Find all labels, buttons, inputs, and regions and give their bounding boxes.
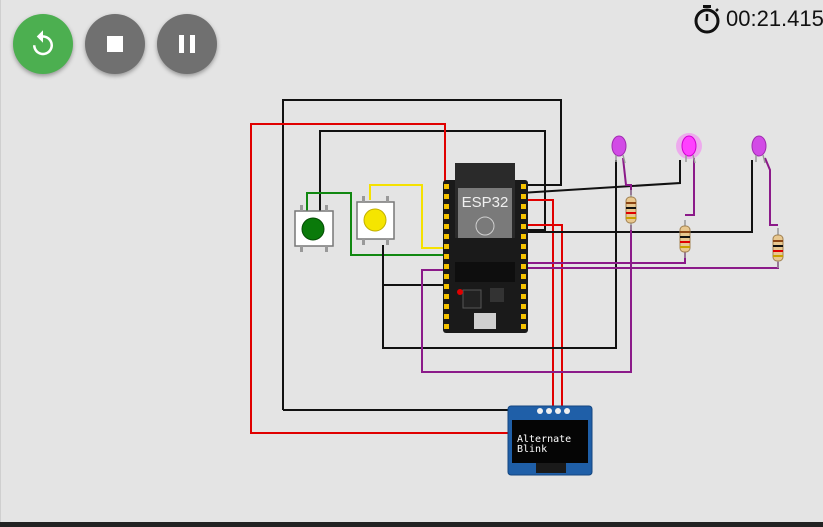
oled-display[interactable]: Alternate Blink xyxy=(507,405,593,476)
bottom-border xyxy=(0,522,823,527)
pause-icon xyxy=(179,35,195,53)
led-1[interactable] xyxy=(611,135,627,164)
resistor-1[interactable] xyxy=(625,190,637,230)
wire-purple xyxy=(520,252,686,264)
stop-icon xyxy=(107,36,123,52)
wire-black xyxy=(283,408,546,411)
pushbutton-yellow[interactable] xyxy=(356,196,395,245)
led-3[interactable] xyxy=(751,135,767,164)
esp32-label: ESP32 xyxy=(462,194,509,211)
wire-purple xyxy=(764,157,778,226)
stop-button[interactable] xyxy=(85,14,145,74)
restart-button[interactable] xyxy=(13,14,73,74)
wire-purple xyxy=(685,158,695,216)
restart-icon xyxy=(33,30,53,56)
esp32-board[interactable]: ESP32 xyxy=(443,163,528,333)
led-2-lit[interactable] xyxy=(676,133,702,164)
stopwatch-icon xyxy=(694,5,720,34)
simulation-canvas[interactable]: ESP32 Alternate Blink xyxy=(0,0,823,527)
simulation-timer: 00:21.415 xyxy=(692,4,823,34)
oled-line-2: Blink xyxy=(517,444,547,455)
pin-header-right xyxy=(521,184,526,329)
timer-value: 00:21.415 xyxy=(726,6,823,31)
resistor-3[interactable] xyxy=(772,228,784,268)
pin-header-left xyxy=(444,184,449,329)
resistor-2[interactable] xyxy=(679,220,691,258)
wire-purple xyxy=(622,157,632,195)
pause-button[interactable] xyxy=(157,14,217,74)
pushbutton-green[interactable] xyxy=(294,205,334,252)
wire-black xyxy=(520,160,753,233)
